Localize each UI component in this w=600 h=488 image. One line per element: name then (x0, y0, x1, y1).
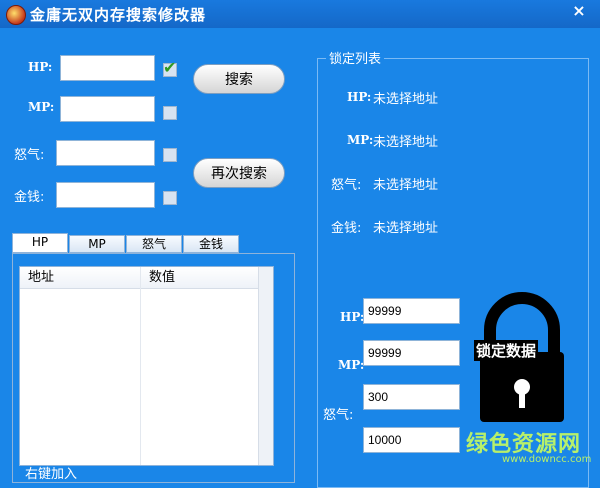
lock-gold-status: 未选择地址 (373, 221, 439, 236)
results-list[interactable]: 地址 数值 (19, 266, 274, 466)
gold-search-checkbox[interactable] (163, 191, 177, 205)
lock-mp-input-label: MP: (338, 358, 365, 372)
app-window: 金庸无双内存搜索修改器 × HP: MP: 怒气: 金钱: 搜索 再次搜索 HP… (0, 0, 600, 488)
vertical-scrollbar[interactable] (258, 267, 273, 465)
mp-search-input[interactable] (60, 96, 155, 122)
watermark-url: www.downcc.com (502, 454, 592, 465)
mp-search-label: MP: (28, 100, 55, 114)
column-header-value[interactable]: 数值 (140, 267, 261, 289)
hp-search-label: HP: (28, 60, 53, 74)
title-bar: 金庸无双内存搜索修改器 × (0, 0, 600, 28)
hp-search-input[interactable] (60, 55, 155, 81)
keyhole-slot (519, 390, 525, 408)
search-button[interactable]: 搜索 (193, 64, 285, 94)
rage-search-label: 怒气: (14, 148, 45, 163)
column-header-address[interactable]: 地址 (20, 267, 140, 289)
tab-hp[interactable]: HP (12, 233, 68, 253)
app-icon (6, 5, 26, 25)
lock-rage-input[interactable] (363, 384, 460, 410)
right-click-hint: 右键加入 (25, 467, 78, 482)
lock-rage-status: 未选择地址 (373, 178, 439, 193)
lock-hp-input[interactable] (363, 298, 460, 324)
column-divider (140, 267, 141, 465)
rage-search-checkbox[interactable] (163, 148, 177, 162)
close-icon[interactable]: × (570, 2, 588, 20)
lock-mp-label: MP: (347, 133, 374, 147)
lock-hp-input-label: HP: (340, 310, 365, 324)
research-button[interactable]: 再次搜索 (193, 158, 285, 188)
tab-rage[interactable]: 怒气 (126, 235, 182, 253)
lock-data-label: 锁定数据 (474, 340, 539, 361)
lock-hp-label: HP: (347, 90, 372, 104)
lock-mp-input[interactable] (363, 340, 460, 366)
lock-rage-input-label: 怒气: (323, 408, 354, 423)
lock-hp-status: 未选择地址 (373, 92, 439, 107)
lock-rage-label: 怒气: (331, 178, 362, 193)
tab-mp[interactable]: MP (69, 235, 125, 253)
hp-search-checkbox[interactable] (163, 58, 177, 77)
rage-search-input[interactable] (56, 140, 155, 166)
lock-gold-label: 金钱: (331, 221, 362, 236)
tab-gold[interactable]: 金钱 (183, 235, 239, 253)
gold-search-label: 金钱: (14, 190, 45, 205)
window-title: 金庸无双内存搜索修改器 (30, 6, 207, 24)
lock-list-title: 锁定列表 (326, 48, 385, 67)
gold-search-input[interactable] (56, 182, 155, 208)
lock-gold-input[interactable] (363, 427, 460, 453)
mp-search-checkbox[interactable] (163, 106, 177, 120)
lock-mp-status: 未选择地址 (373, 135, 439, 150)
